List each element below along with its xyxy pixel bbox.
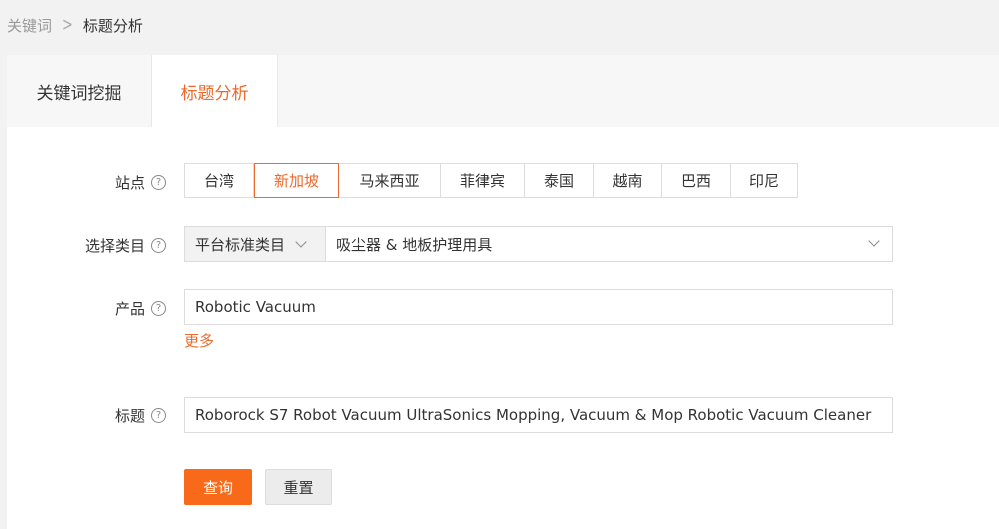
breadcrumb: 关键词 > 标题分析 [7, 14, 143, 36]
category-value-select[interactable]: 吸尘器 & 地板护理用具 [326, 227, 892, 261]
tab-bar: 关键词挖掘 标题分析 [7, 55, 999, 127]
site-label-text: 站点 [114, 174, 145, 192]
site-option-thailand[interactable]: 泰国 [525, 164, 594, 197]
breadcrumb-item-keywords[interactable]: 关键词 [7, 15, 52, 36]
help-circle-icon[interactable]: ? [151, 301, 166, 316]
chevron-right-icon: > [62, 14, 73, 36]
site-option-singapore[interactable]: 新加坡 [254, 163, 339, 198]
category-value-text: 吸尘器 & 地板护理用具 [336, 235, 493, 254]
category-type-value: 平台标准类目 [195, 235, 286, 254]
chevron-down-icon [868, 235, 880, 247]
site-option-vietnam[interactable]: 越南 [594, 164, 662, 197]
tab-keyword-mining[interactable]: 关键词挖掘 [7, 55, 151, 127]
site-label: 站点 ? [115, 172, 166, 193]
category-selector: 平台标准类目 吸尘器 & 地板护理用具 [184, 226, 893, 262]
query-button[interactable]: 查询 [184, 469, 252, 505]
category-type-select[interactable]: 平台标准类目 [185, 227, 326, 261]
reset-button[interactable]: 重置 [265, 469, 332, 505]
title-input[interactable] [184, 397, 893, 433]
site-option-malaysia[interactable]: 马来西亚 [339, 164, 441, 197]
product-label: 产品 ? [115, 298, 166, 319]
product-input[interactable] [184, 289, 893, 325]
more-link[interactable]: 更多 [184, 330, 214, 351]
site-selector: 台湾 新加坡 马来西亚 菲律宾 泰国 越南 巴西 印尼 [184, 163, 798, 198]
tab-title-analysis[interactable]: 标题分析 [151, 55, 278, 127]
site-option-philippines[interactable]: 菲律宾 [441, 164, 525, 197]
help-circle-icon[interactable]: ? [151, 175, 166, 190]
site-option-brazil[interactable]: 巴西 [662, 164, 731, 197]
help-circle-icon[interactable]: ? [151, 408, 166, 423]
category-label: 选择类目 ? [85, 235, 166, 256]
site-option-indonesia[interactable]: 印尼 [731, 164, 797, 197]
breadcrumb-item-current: 标题分析 [82, 16, 143, 35]
title-label-text: 标题 [114, 407, 145, 425]
help-circle-icon[interactable]: ? [151, 238, 166, 253]
chevron-down-icon [295, 236, 307, 248]
site-option-taiwan[interactable]: 台湾 [185, 164, 254, 197]
category-label-text: 选择类目 [84, 237, 145, 255]
title-label: 标题 ? [115, 405, 166, 426]
product-label-text: 产品 [114, 300, 145, 318]
